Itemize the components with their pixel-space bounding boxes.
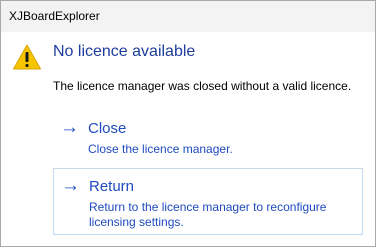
- title-bar[interactable]: XJBoardExplorer: [1, 1, 375, 32]
- right-arrow-icon: →: [61, 175, 80, 196]
- dialog-window: XJBoardExplorer No licence available The…: [0, 0, 376, 247]
- close-command-title: Close: [88, 120, 127, 137]
- close-command-description: Close the licence manager.: [88, 142, 233, 156]
- return-command-title: Return: [89, 178, 135, 195]
- return-command-link[interactable]: → Return Return to the licence manager t…: [53, 168, 363, 235]
- dialog-message: The licence manager was closed without a…: [53, 79, 352, 93]
- return-command-description: Return to the licence manager to reconfi…: [89, 200, 327, 229]
- right-arrow-icon: →: [60, 117, 79, 138]
- warning-icon: [13, 44, 41, 70]
- close-command-link[interactable]: → Close Close the licence manager.: [53, 111, 363, 161]
- window-title: XJBoardExplorer: [9, 9, 100, 23]
- dialog-heading: No licence available: [53, 43, 196, 60]
